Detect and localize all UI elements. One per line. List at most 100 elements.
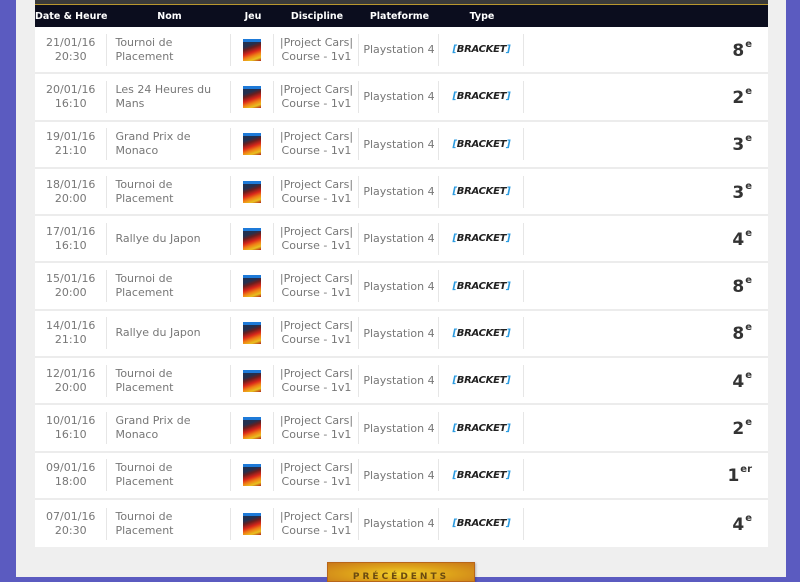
project-cars-cover-icon [243,180,262,203]
tournament-name-link[interactable]: Les 24 Heures du Mans [115,83,230,111]
table-row[interactable]: 20/01/16 16:10 Les 24 Heures du Mans |Pr… [35,74,768,122]
bracket-bar-right-icon: ] [506,327,511,339]
type-cell: [BRACKET] [439,122,525,169]
table-row[interactable]: 14/01/16 21:10 Rallye du Japon |Project … [35,311,768,359]
rank-number: 8 [732,277,745,298]
time-text: 16:10 [54,238,87,252]
tournament-name-link[interactable]: Rallye du Japon [115,326,200,340]
table-row[interactable]: 09/01/16 18:00 Tournoi de Placement |Pro… [35,453,768,500]
discipline-mode-text: Course - 1v1 [281,475,352,489]
discipline-mode-text: Course - 1v1 [281,286,352,300]
tournament-name-link[interactable]: Tournoi de Placement [115,36,230,64]
bracket-label: BRACKET [456,91,507,103]
tournament-name-link[interactable]: Tournoi de Placement [115,367,230,395]
rank-suffix: e [745,369,752,381]
rank-suffix: e [745,322,752,334]
table-row[interactable]: 10/01/16 16:10 Grand Prix de Monaco |Pro… [35,405,768,453]
bracket-bar-right-icon: ] [506,375,511,387]
platform-text: Playstation 4 [363,326,435,340]
name-cell: Tournoi de Placement [107,169,232,217]
bracket-link[interactable]: [BRACKET] [452,423,510,434]
platform-text: Playstation 4 [363,468,435,482]
bracket-link[interactable]: [BRACKET] [452,44,510,55]
tournament-name-link[interactable]: Tournoi de Placement [115,178,230,206]
tournament-name-link[interactable]: Tournoi de Placement [115,272,230,300]
discipline-cell: |Project Cars| Course - 1v1 [274,216,360,264]
date-text: 15/01/16 [46,272,96,286]
date-cell: 21/01/16 20:30 [35,27,108,75]
game-cell [231,169,275,217]
platform-text: Playstation 4 [363,185,435,199]
header-name: Nom [157,10,182,22]
time-text: 21:10 [54,333,87,347]
rank-cell: 2e [524,74,768,122]
bracket-bar-right-icon: ] [506,138,511,150]
discipline-cell: |Project Cars| Course - 1v1 [274,405,360,453]
bracket-link[interactable]: [BRACKET] [452,139,510,150]
date-text: 10/01/16 [46,414,96,428]
discipline-game-text: |Project Cars| [279,319,354,333]
project-cars-cover-icon [243,38,262,61]
tournament-results-table: Date & Heure Nom Jeu Discipline Platefor… [35,5,768,548]
date-cell: 17/01/16 16:10 [35,216,108,264]
bracket-bar-right-icon: ] [506,91,511,103]
tournament-name-link[interactable]: Grand Prix de Monaco [115,414,230,442]
rank-number: 8 [732,40,745,61]
discipline-mode-text: Course - 1v1 [281,238,352,252]
platform-cell: Playstation 4 [359,500,440,547]
bracket-link[interactable]: [BRACKET] [452,518,510,529]
platform-cell: Playstation 4 [359,405,440,453]
bracket-link[interactable]: [BRACKET] [452,233,510,244]
bracket-link[interactable]: [BRACKET] [452,470,510,481]
rank-number: 3 [732,182,745,203]
bracket-bar-right-icon: ] [506,186,511,198]
rank-number: 2 [732,419,745,440]
bracket-link[interactable]: [BRACKET] [452,91,510,102]
discipline-mode-text: Course - 1v1 [281,333,352,347]
table-row[interactable]: 19/01/16 21:10 Grand Prix de Monaco |Pro… [35,122,768,169]
rank-cell: 8e [524,263,768,311]
tournament-name-link[interactable]: Rallye du Japon [115,232,200,246]
bracket-label: BRACKET [456,233,507,245]
table-row[interactable]: 15/01/16 20:00 Tournoi de Placement |Pro… [35,263,768,311]
tournament-name-link[interactable]: Grand Prix de Monaco [115,130,230,158]
bracket-label: BRACKET [456,186,507,198]
platform-cell: Playstation 4 [359,27,440,75]
table-row[interactable]: 17/01/16 16:10 Rallye du Japon |Project … [35,216,768,264]
rank-cell: 4e [524,500,768,547]
table-row[interactable]: 18/01/16 20:00 Tournoi de Placement |Pro… [35,169,768,217]
game-cell [231,311,275,359]
tournament-name-link[interactable]: Tournoi de Placement [115,510,230,538]
rank-cell: 8e [524,311,768,359]
platform-cell: Playstation 4 [359,216,440,264]
date-cell: 07/01/16 20:30 [35,500,108,547]
table-row[interactable]: 07/01/16 20:30 Tournoi de Placement |Pro… [35,500,768,547]
type-cell: [BRACKET] [439,405,525,453]
rank-suffix: e [745,38,752,50]
previous-results-button[interactable]: PRÉCÉDENTS [327,562,475,582]
project-cars-cover-icon [243,464,262,487]
bracket-bar-right-icon: ] [506,44,511,56]
bracket-link[interactable]: [BRACKET] [452,375,510,386]
rank-suffix: e [745,180,752,192]
discipline-cell: |Project Cars| Course - 1v1 [274,453,360,500]
table-row[interactable]: 21/01/16 20:30 Tournoi de Placement |Pro… [35,27,768,75]
bracket-label: BRACKET [456,138,507,150]
tournament-name-link[interactable]: Tournoi de Placement [115,461,230,489]
bracket-label: BRACKET [456,518,507,530]
platform-text: Playstation 4 [363,517,435,531]
discipline-cell: |Project Cars| Course - 1v1 [274,122,360,169]
bracket-link[interactable]: [BRACKET] [452,328,510,339]
game-cell [231,216,275,264]
header-discipline: Discipline [290,10,344,22]
bracket-link[interactable]: [BRACKET] [452,281,510,292]
discipline-game-text: |Project Cars| [279,224,354,238]
platform-cell: Playstation 4 [359,453,440,500]
type-cell: [BRACKET] [439,27,525,75]
bracket-label: BRACKET [456,327,507,339]
date-cell: 15/01/16 20:00 [35,263,108,311]
bracket-link[interactable]: [BRACKET] [452,186,510,197]
table-row[interactable]: 12/01/16 20:00 Tournoi de Placement |Pro… [35,358,768,406]
platform-text: Playstation 4 [363,43,435,57]
date-text: 12/01/16 [46,366,96,380]
